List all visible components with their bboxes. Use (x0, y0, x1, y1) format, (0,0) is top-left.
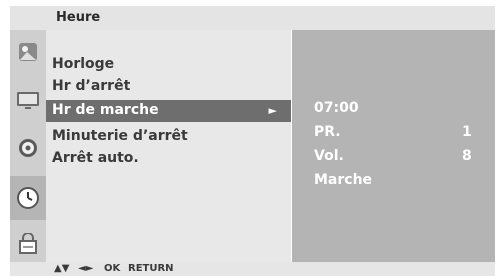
clock-icon[interactable] (10, 176, 46, 220)
volume-label: Vol. (314, 148, 344, 164)
menu-item-label: Arrêt auto. (52, 150, 139, 166)
title-bar: Heure (10, 6, 495, 30)
up-down-icon: ▲▼ (54, 263, 70, 274)
menu-item-label: Minuterie d’arrêt (52, 128, 188, 144)
program-value[interactable]: 1 (462, 124, 472, 140)
submenu-panel: 07:00 PR. 1 Vol. 8 Marche (292, 30, 495, 262)
page-title: Heure (56, 10, 101, 25)
help-bar: ▲▼ ◄► OK RETURN (10, 262, 495, 276)
menu-item-label: Hr de marche (52, 102, 159, 118)
menu-item-arret-auto[interactable]: Arrêt auto. (52, 150, 139, 166)
left-right-icon: ◄► (78, 263, 94, 274)
screen-icon[interactable] (12, 84, 44, 116)
sidebar (10, 30, 46, 262)
arrow-right-icon: ► (268, 104, 277, 117)
input-source-value[interactable]: Marche (314, 172, 372, 188)
menu-item-label: Horloge (52, 56, 115, 72)
osd-menu: Heure Horloge Hr d’arrêt Hr de marche ► … (10, 6, 495, 276)
return-hint: RETURN (128, 263, 174, 274)
program-label: PR. (314, 124, 341, 140)
ok-hint: OK (104, 263, 121, 274)
menu-item-hr-arret[interactable]: Hr d’arrêt (52, 78, 130, 94)
volume-value[interactable]: 8 (462, 148, 472, 164)
picture-icon[interactable] (12, 36, 44, 68)
menu-item-label: Hr d’arrêt (52, 78, 131, 94)
menu-item-hr-de-marche[interactable]: Hr de marche ► (46, 100, 291, 122)
disc-icon[interactable] (12, 132, 44, 164)
time-value[interactable]: 07:00 (314, 100, 359, 116)
menu-item-minuterie-arret[interactable]: Minuterie d’arrêt (52, 128, 188, 144)
menu-item-horloge[interactable]: Horloge (52, 56, 114, 72)
menu-panel: Horloge Hr d’arrêt Hr de marche ► Minute… (46, 30, 291, 262)
lock-icon[interactable] (12, 228, 44, 260)
